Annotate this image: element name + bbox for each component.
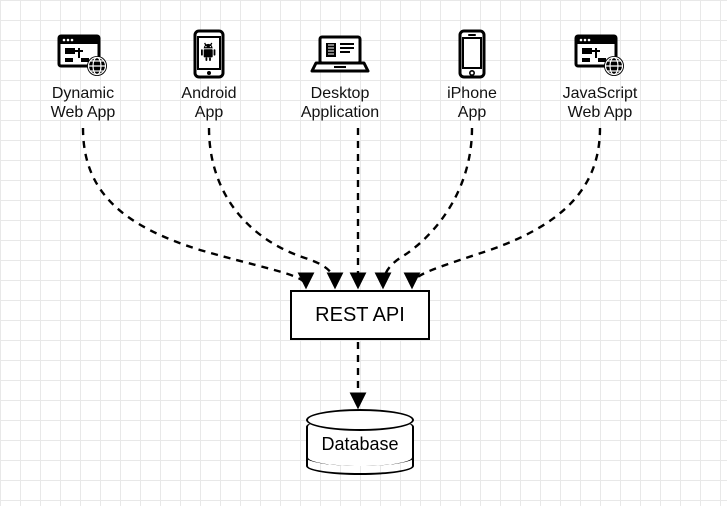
iphone-icon [432, 28, 512, 80]
client-desktop-app: Desktop Application [280, 28, 400, 122]
client-android-app: Android App [164, 28, 254, 122]
client-label: iPhone App [432, 84, 512, 122]
client-javascript-web-app: JavaScript Web App [540, 28, 660, 122]
client-label: Android App [164, 84, 254, 122]
client-dynamic-web-app: Dynamic Web App [28, 28, 138, 122]
laptop-icon [280, 28, 400, 80]
android-phone-icon [164, 28, 254, 80]
client-label: Dynamic Web App [28, 84, 138, 122]
database-label: Database [308, 434, 412, 455]
browser-globe-icon [28, 28, 138, 80]
rest-api-label: REST API [315, 304, 405, 327]
client-label: JavaScript Web App [540, 84, 660, 122]
client-label: Desktop Application [280, 84, 400, 122]
rest-api-box: REST API [290, 290, 430, 340]
database-icon: Database [306, 418, 414, 466]
browser-globe-icon [540, 28, 660, 80]
database-node: Database [306, 418, 414, 466]
client-iphone-app: iPhone App [432, 28, 512, 122]
